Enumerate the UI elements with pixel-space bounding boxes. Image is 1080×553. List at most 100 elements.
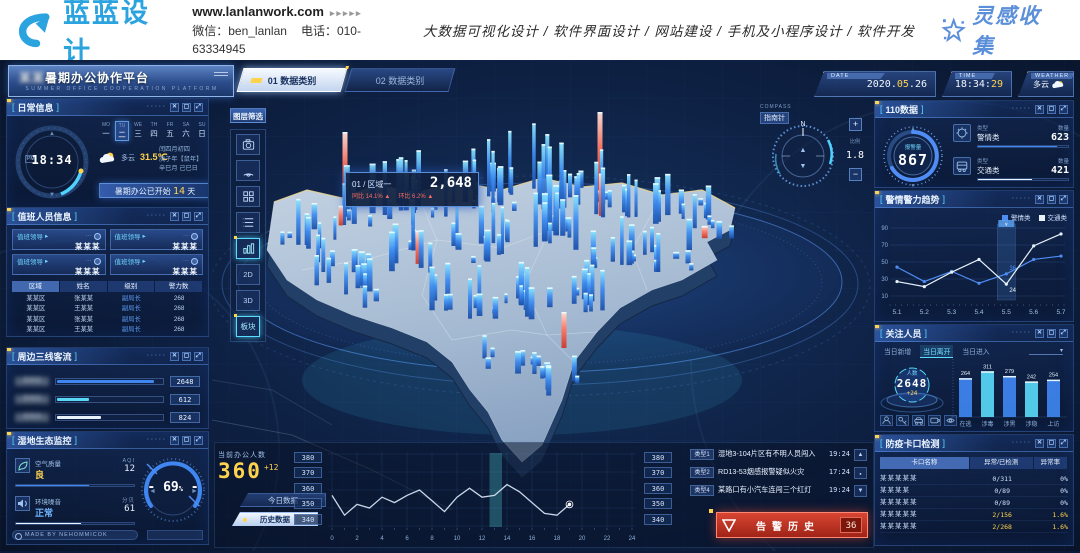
weekday-cell-fr[interactable]: FR五 xyxy=(163,121,177,141)
compass-dial[interactable]: N ▲ ▼ xyxy=(766,116,840,190)
window-icon[interactable]: ▢ xyxy=(182,352,191,361)
focus-bar-chart[interactable]: 264在逃311涉毒279涉黑242涉稳254上访 xyxy=(947,353,1071,431)
alarm-type-name: 警情类 xyxy=(977,132,1000,143)
alert-tag: 类型2 xyxy=(690,467,714,478)
week-row: MO一TU二WE三TH四FR五SA六SU日 xyxy=(99,121,209,141)
window-icon[interactable]: ▢ xyxy=(182,212,191,221)
zoom-in-button[interactable]: + xyxy=(849,118,862,131)
duty-leader-card[interactable]: 值班领导▸···某某某 xyxy=(110,254,204,275)
window-icon[interactable]: ▢ xyxy=(182,103,191,112)
yaxis-plate: 350 xyxy=(644,498,672,509)
duty-table-header: 区域姓名级别警力数 xyxy=(12,281,203,292)
close-icon[interactable]: ✕ xyxy=(1035,329,1044,338)
expand-icon[interactable]: ⤢ xyxy=(1059,105,1068,114)
inspiration-collect[interactable]: 灵感收集 xyxy=(941,0,1062,60)
focus-tab-1[interactable]: 当日新增 xyxy=(881,345,914,358)
weekday-cell-su[interactable]: SU日 xyxy=(195,121,209,141)
scroll-thumb[interactable]: ● xyxy=(854,467,867,479)
layer-button-3d[interactable]: 3D xyxy=(236,290,260,311)
layer-button-2d[interactable]: 2D xyxy=(236,264,260,285)
bracket-left: [ xyxy=(880,328,883,338)
close-icon[interactable]: ✕ xyxy=(170,436,179,445)
svg-text:在逃: 在逃 xyxy=(959,420,971,428)
weekday-cell-we[interactable]: WE三 xyxy=(131,121,145,141)
focus-category-icon-3[interactable] xyxy=(912,415,925,426)
site-url[interactable]: www.lanlanwork.com xyxy=(192,4,324,19)
svg-text:▲: ▲ xyxy=(800,147,807,154)
close-icon[interactable]: ✕ xyxy=(1035,439,1044,448)
logo-text: 蓝蓝设计 xyxy=(63,0,176,69)
svg-text:▲: ▲ xyxy=(49,131,55,137)
scroll-down-button[interactable]: ▼ xyxy=(854,485,867,497)
focus-category-icon-1[interactable] xyxy=(880,415,893,426)
alert-history-banner[interactable]: 告警历史 36 xyxy=(716,512,868,538)
duty-leader-card[interactable]: 值班领导▸···某某某 xyxy=(12,254,106,275)
panel-header-duty: [值班人员信息]·····✕▢⤢ xyxy=(7,208,208,225)
tab-data-category-2[interactable]: 02 数据类别 xyxy=(345,68,456,92)
noise-status: 正常 xyxy=(35,506,61,519)
svg-text:∨: ∨ xyxy=(1004,222,1008,228)
close-icon[interactable]: ✕ xyxy=(1035,195,1044,204)
alarm-type-row: 类型数量警情类623 xyxy=(953,124,1069,148)
tab-data-category-1[interactable]: 01 数据类别 xyxy=(237,68,348,92)
expand-icon[interactable]: ⤢ xyxy=(194,212,203,221)
panel-checkpoint: [防疫卡口检测]·····✕▢⤢ 卡口名称异常/已检测异常率 某某某某某0/31… xyxy=(874,434,1074,546)
close-icon[interactable]: ✕ xyxy=(170,103,179,112)
focus-category-icon-4[interactable] xyxy=(928,415,941,426)
scroll-up-button[interactable]: ▲ xyxy=(854,449,867,461)
panel-header-flow: [周边三线客流]·····✕▢⤢ xyxy=(7,348,208,365)
header-dots: ····· xyxy=(1012,106,1032,112)
bracket-left: [ xyxy=(880,194,883,204)
map-region-tooltip[interactable]: 01 /区域一2,648 同比 14.1% ▲环比 6.2% ▲ xyxy=(345,172,479,207)
alert-item[interactable]: 类型2RD13-53烟感报警疑似火灾17:24 xyxy=(690,465,850,479)
close-icon[interactable]: ✕ xyxy=(170,212,179,221)
expand-icon[interactable]: ⤢ xyxy=(194,103,203,112)
expand-icon[interactable]: ⤢ xyxy=(194,436,203,445)
svg-text:上访: 上访 xyxy=(1047,420,1059,428)
duty-leader-card[interactable]: 值班领导▸···某某某 xyxy=(12,229,106,250)
date-label: DATE xyxy=(827,73,885,79)
expand-icon[interactable]: ⤢ xyxy=(1059,439,1068,448)
expand-icon[interactable]: ⤢ xyxy=(1059,195,1068,204)
tooltip-index: 01 / xyxy=(352,180,365,189)
layer-button-camera[interactable] xyxy=(236,134,260,155)
trend-chart[interactable]: 9070503010∨36245.15.25.35.45.55.65.7 xyxy=(877,220,1071,320)
weekday-cell-tu[interactable]: TU二 xyxy=(115,121,129,141)
layer-button-grid[interactable] xyxy=(236,186,260,207)
duty-leader-card[interactable]: 值班领导▸···某某某 xyxy=(110,229,204,250)
svg-text:0: 0 xyxy=(330,536,334,542)
svg-text:涉毒: 涉毒 xyxy=(981,420,993,428)
expand-icon[interactable]: ⤢ xyxy=(1059,329,1068,338)
weekday-cell-th[interactable]: TH四 xyxy=(147,121,161,141)
close-icon[interactable]: ✕ xyxy=(170,352,179,361)
expand-icon[interactable]: ⤢ xyxy=(194,352,203,361)
svg-text:279: 279 xyxy=(1005,369,1014,375)
window-icon[interactable]: ▢ xyxy=(1047,195,1056,204)
window-icon[interactable]: ▢ xyxy=(182,436,191,445)
svg-text:22: 22 xyxy=(604,536,611,542)
layer-button-chart[interactable] xyxy=(236,238,260,259)
alert-item[interactable]: 类型4某路口有小汽车连闯三个红灯19:24 xyxy=(690,483,850,497)
weekday-cell-mo[interactable]: MO一 xyxy=(99,121,113,141)
bracket-left: [ xyxy=(12,351,15,361)
window-icon[interactable]: ▢ xyxy=(1047,329,1056,338)
svg-text:8: 8 xyxy=(430,536,434,542)
window-icon[interactable]: ▢ xyxy=(1047,439,1056,448)
bracket-right: ] xyxy=(57,102,60,112)
svg-text:N: N xyxy=(800,121,805,128)
close-icon[interactable]: ✕ xyxy=(1035,105,1044,114)
panel-eco-monitor: [湿地生态监控]·····✕▢⤢ 空气质量良 AQI12 环境噪音正常 分贝61… xyxy=(6,431,209,545)
layer-button-list[interactable] xyxy=(236,212,260,233)
layer-filter-toolbar: 图层筛选 2D3D板块 xyxy=(230,108,266,342)
panel-110-data: [110数据]·····✕▢⤢ ▲ ▼ 报警量 867 类型数量警情类623类型… xyxy=(874,100,1074,188)
weekday-cell-sa[interactable]: SA六 xyxy=(179,121,193,141)
window-icon[interactable]: ▢ xyxy=(1047,105,1056,114)
svg-text:24: 24 xyxy=(1009,288,1016,294)
focus-category-icon-2[interactable] xyxy=(896,415,909,426)
svg-text:5.3: 5.3 xyxy=(947,309,956,316)
office-line-chart[interactable]: 024681012141618202224 xyxy=(326,448,640,544)
alert-item[interactable]: 类型1湿地3-104片区有不明人员闯入19:24 xyxy=(690,447,850,461)
zoom-out-button[interactable]: − xyxy=(849,168,862,181)
layer-button-block[interactable]: 板块 xyxy=(236,316,260,337)
layer-button-signal[interactable] xyxy=(236,160,260,181)
